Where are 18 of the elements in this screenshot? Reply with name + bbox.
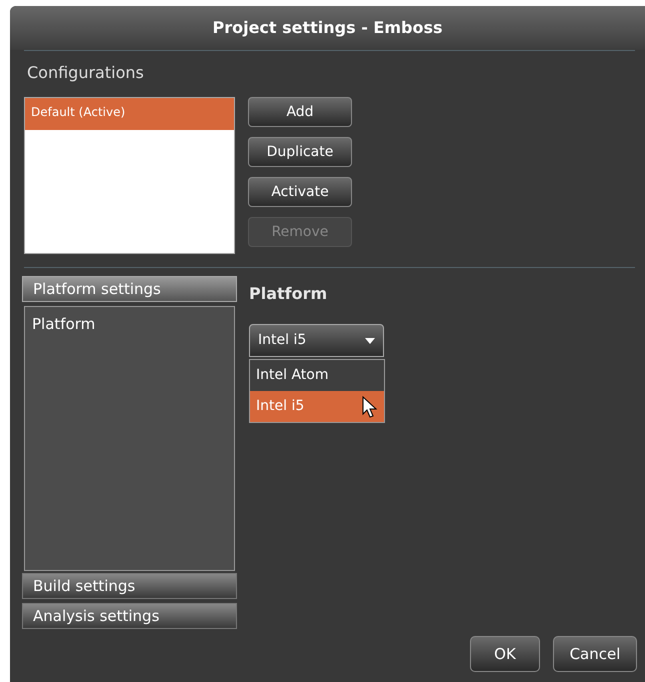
cursor-icon bbox=[362, 396, 378, 418]
window-title: Project settings - Emboss bbox=[212, 17, 443, 39]
list-item[interactable]: Default (Active) bbox=[25, 98, 234, 130]
section-heading: Configurations bbox=[26, 62, 144, 84]
section-header[interactable]: Build settings bbox=[22, 573, 237, 599]
dropdown-option[interactable]: Intel Atom bbox=[250, 360, 384, 391]
caret-icon bbox=[365, 338, 375, 344]
section-header[interactable]: Platform settings bbox=[22, 276, 237, 302]
field-label: Platform bbox=[249, 283, 328, 305]
dropdown-option[interactable]: Intel i5 bbox=[250, 391, 384, 422]
section-header[interactable]: Analysis settings bbox=[22, 603, 237, 629]
action-button[interactable]: Add bbox=[248, 97, 352, 127]
platform-dropdown[interactable]: Intel i5 bbox=[249, 324, 384, 357]
action-button[interactable]: Duplicate bbox=[248, 137, 352, 167]
dialog-button[interactable]: OK bbox=[470, 636, 540, 672]
dialog-button[interactable]: Cancel bbox=[553, 636, 637, 672]
panel-item[interactable]: Platform bbox=[32, 313, 227, 336]
action-button[interactable]: Activate bbox=[248, 177, 352, 207]
